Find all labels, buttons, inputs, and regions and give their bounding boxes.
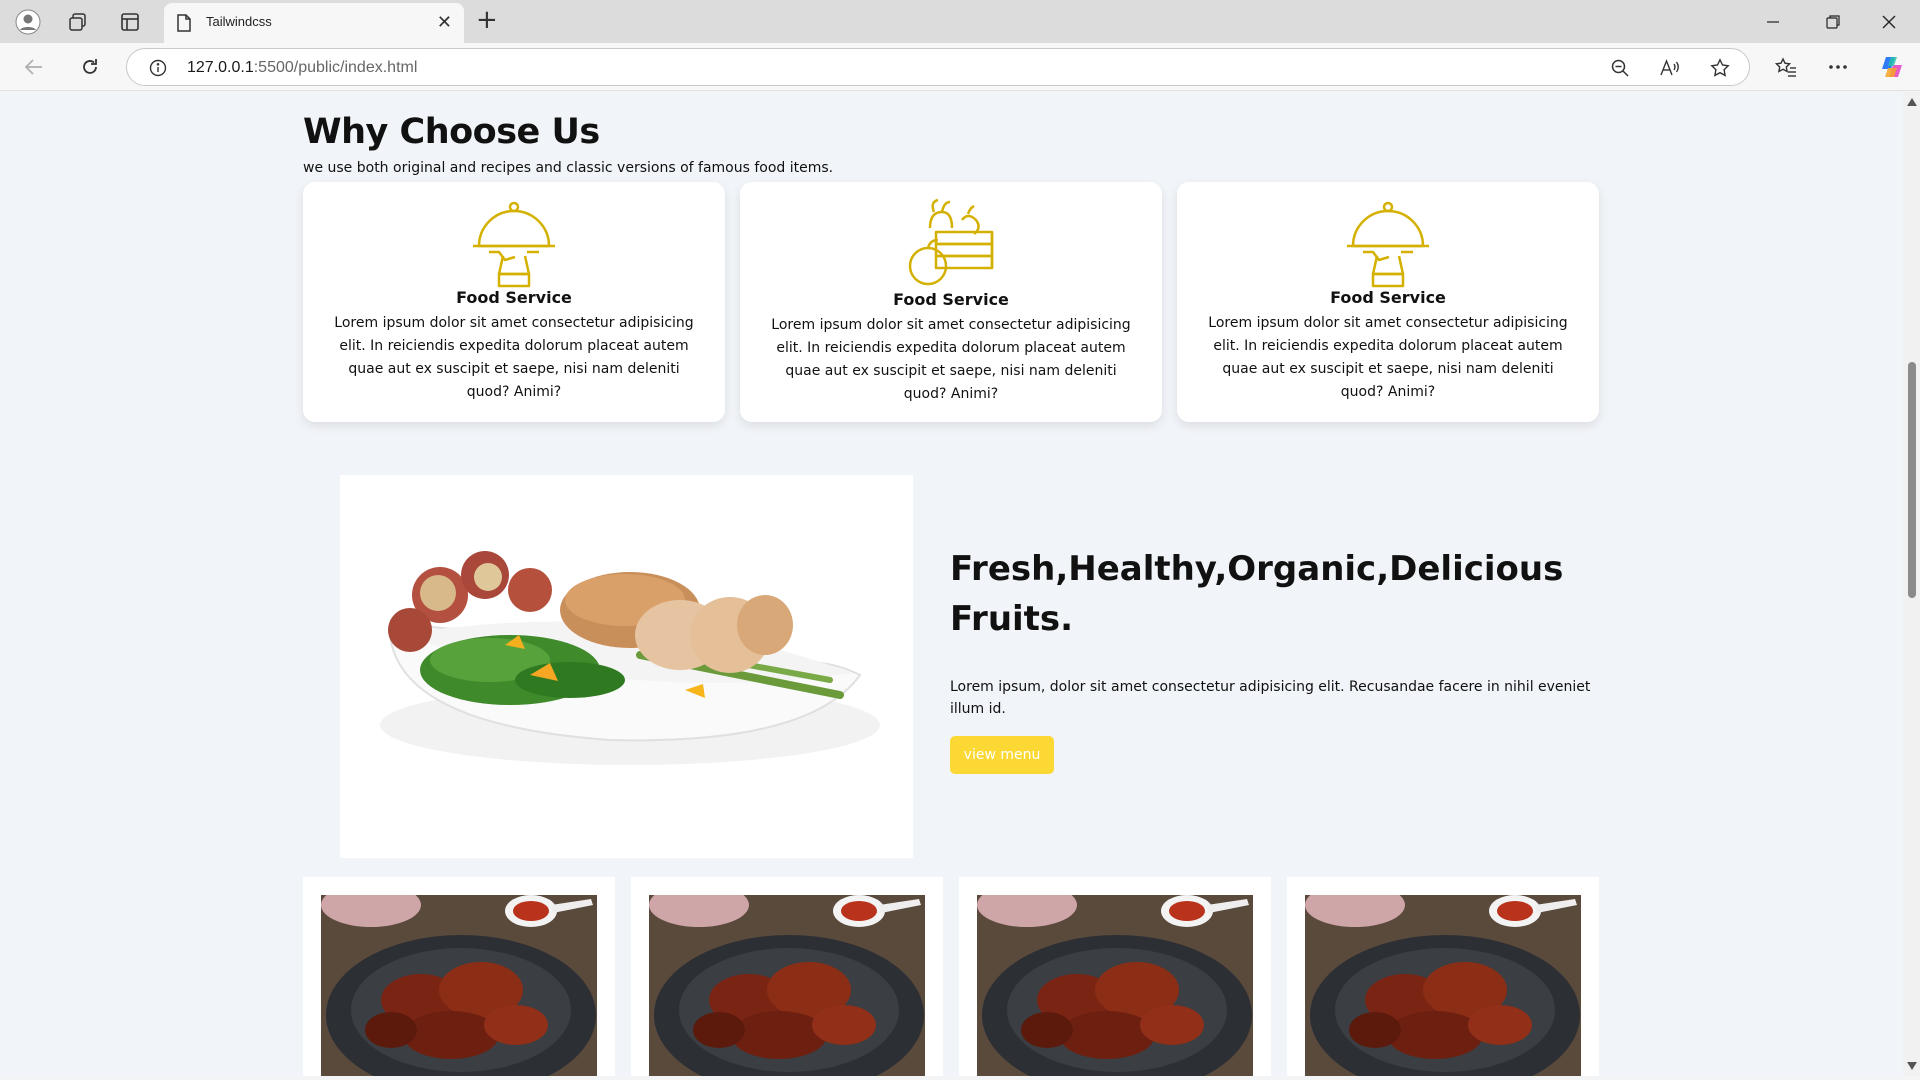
minimize-icon[interactable]	[1750, 6, 1796, 38]
food-card[interactable]	[303, 877, 615, 1076]
chicken-wings-image	[977, 895, 1253, 1076]
card-text: Lorem ipsum dolor sit amet consectetur a…	[1208, 315, 1568, 400]
new-tab-icon[interactable]: +	[476, 6, 498, 34]
food-card[interactable]	[959, 877, 1271, 1076]
why-choose-us-title: Why Choose Us	[303, 112, 600, 152]
food-card[interactable]	[1287, 877, 1599, 1076]
url-host: 127.0.0.1	[187, 59, 254, 76]
fruit-basket-icon	[908, 198, 994, 286]
page-icon	[177, 14, 191, 32]
tab-actions-icon[interactable]	[110, 8, 150, 36]
why-choose-us-subtitle: we use both original and recipes and cla…	[303, 160, 834, 176]
card-text: Lorem ipsum dolor sit amet consectetur a…	[771, 317, 1131, 402]
address-bar: 127.0.0.1:5500/public/index.html	[0, 43, 1920, 91]
reload-icon[interactable]	[72, 51, 108, 83]
service-card: Food Service Lorem ipsum dolor sit amet …	[303, 182, 725, 422]
url-text: 127.0.0.1:5500/public/index.html	[187, 59, 417, 77]
food-card[interactable]	[631, 877, 943, 1076]
scroll-thumb[interactable]	[1908, 362, 1916, 598]
card-title: Food Service	[456, 288, 572, 307]
workspaces-icon[interactable]	[58, 8, 98, 36]
hero-title: Fresh,Healthy,Organic,Delicious Fruits.	[950, 549, 1564, 639]
read-aloud-icon[interactable]	[1657, 56, 1683, 80]
chicken-wings-image	[649, 895, 925, 1076]
scroll-down-arrow-icon[interactable]	[1907, 1062, 1917, 1070]
close-tab-icon[interactable]: ✕	[437, 12, 452, 33]
chicken-wings-image	[321, 895, 597, 1076]
cloche-icon	[473, 201, 555, 288]
hero-text: Lorem ipsum, dolor sit amet consectetur …	[950, 679, 1591, 717]
profile-icon[interactable]	[8, 8, 48, 36]
more-options-icon[interactable]	[1820, 51, 1856, 83]
restore-icon[interactable]	[1810, 6, 1856, 38]
url-field[interactable]: 127.0.0.1:5500/public/index.html	[126, 48, 1750, 86]
card-title: Food Service	[893, 290, 1009, 309]
service-card: Food Service Lorem ipsum dolor sit amet …	[1177, 182, 1599, 422]
url-path: :5500/public/index.html	[253, 59, 418, 76]
favorites-icon[interactable]	[1768, 51, 1804, 83]
tab-title: Tailwindcss	[206, 14, 272, 29]
close-window-icon[interactable]	[1866, 6, 1912, 38]
page-scrollbar[interactable]	[1903, 92, 1920, 1076]
card-text: Lorem ipsum dolor sit amet consectetur a…	[334, 315, 694, 400]
favorite-star-icon[interactable]	[1707, 56, 1733, 80]
zoom-out-icon[interactable]	[1607, 56, 1633, 80]
scroll-up-arrow-icon[interactable]	[1907, 98, 1917, 106]
back-icon[interactable]	[16, 51, 52, 83]
site-info-icon[interactable]	[145, 56, 171, 80]
card-title: Food Service	[1330, 288, 1446, 307]
cloche-icon	[1347, 201, 1429, 288]
chicken-wings-image	[1305, 895, 1581, 1076]
copilot-icon[interactable]	[1874, 51, 1910, 83]
browser-tabbar: Tailwindcss ✕ +	[0, 0, 1920, 43]
page-viewport: Why Choose Us we use both original and r…	[0, 92, 1920, 1076]
service-card: Food Service Lorem ipsum dolor sit amet …	[740, 182, 1162, 422]
view-menu-button[interactable]: view menu	[950, 736, 1054, 774]
tab-tailwindcss[interactable]: Tailwindcss ✕	[164, 3, 464, 43]
chicken-salad-image	[340, 475, 913, 858]
